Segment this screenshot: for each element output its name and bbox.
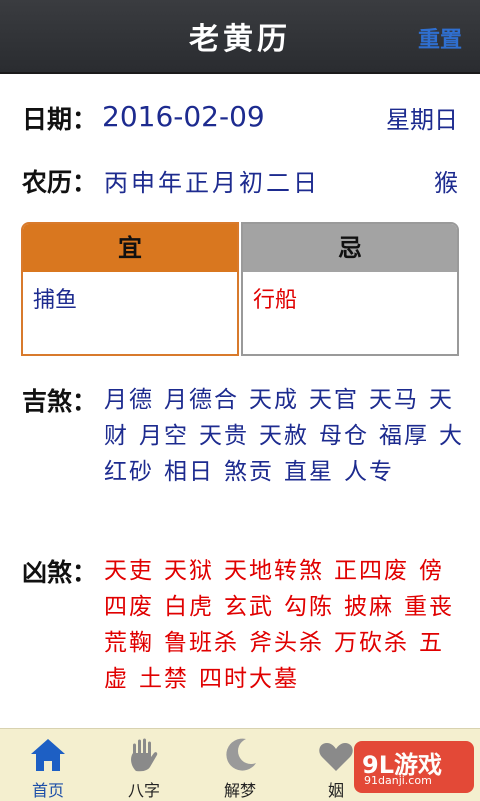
god-item: 月德合	[164, 387, 239, 413]
god-item: 天地转煞	[224, 558, 324, 584]
hand-icon	[131, 738, 158, 772]
home-icon	[31, 739, 65, 771]
god-item: 母仓	[319, 423, 369, 449]
god-item: 土禁	[139, 666, 189, 692]
ji-items: 行船	[253, 288, 298, 313]
reset-button[interactable]: 重置	[418, 22, 462, 54]
god-item: 正四废	[334, 558, 409, 584]
god-item: 天马	[369, 387, 419, 413]
god-item: 月空	[139, 423, 189, 449]
god-item: 人专	[344, 459, 394, 485]
zodiac-animal: 猴	[434, 169, 458, 197]
god-item: 荒鞠	[104, 630, 154, 656]
ji-panel: 忌 行船	[241, 222, 459, 356]
god-item: 福厚	[379, 423, 429, 449]
tab-home-label: 首页	[31, 781, 64, 800]
moon-icon	[226, 738, 256, 771]
god-item: 披麻	[344, 594, 394, 620]
god-item: 相日	[164, 459, 214, 485]
god-item: 天官	[309, 387, 359, 413]
yi-panel: 宜 捕鱼	[21, 222, 239, 356]
god-item: 白虎	[164, 594, 214, 620]
god-item: 斧头杀	[249, 630, 324, 656]
date-label: 日期：	[22, 105, 98, 134]
god-item: 天吏	[104, 558, 154, 584]
tab-dream[interactable]: 解梦	[192, 729, 288, 801]
yi-header: 宜	[23, 224, 237, 272]
site-watermark: 9L游戏 91danji.com	[354, 741, 474, 793]
god-item: 天赦	[259, 423, 309, 449]
god-item: 天狱	[164, 558, 214, 584]
ji-header: 忌	[243, 224, 457, 272]
lunar-label: 农历：	[22, 168, 98, 197]
watermark-url: 91danji.com	[364, 774, 432, 787]
god-item: 勾陈	[284, 594, 334, 620]
date-value[interactable]: 2016-02-09	[102, 100, 265, 133]
god-item: 玄武	[224, 594, 274, 620]
bad-gods-list: 天吏 天狱 天地转煞 正四废 傍四废 白虎 玄武 勾陈 披麻 重丧荒鞠 鲁班杀 斧头杀 万砍杀 五虚 土禁四…	[104, 553, 464, 697]
god-item: 重丧	[404, 594, 454, 620]
app-title: 老黄历	[189, 22, 291, 57]
god-item: 四时大墓	[199, 666, 299, 692]
god-item: 天贵	[199, 423, 249, 449]
heart-icon	[319, 743, 353, 771]
god-item: 鲁班杀	[164, 630, 239, 656]
lunar-date: 丙申年正月初二日	[104, 169, 320, 197]
tab-dream-label: 解梦	[223, 781, 256, 800]
god-item: 万砍杀	[334, 630, 409, 656]
god-item: 天成	[249, 387, 299, 413]
god-item: 直星	[284, 459, 334, 485]
bad-gods-label: 凶煞：	[22, 558, 98, 587]
good-gods-list: 月德 月德合 天成 天官 天马 天财 月空 天贵 天赦 母仓 福厚 大红砂 相日 煞贡 直星 人专	[104, 382, 464, 490]
god-item: 月德	[104, 387, 154, 413]
weekday: 星期日	[386, 106, 458, 134]
yi-items: 捕鱼	[33, 288, 78, 313]
tab-bazi-label: 八字	[127, 781, 160, 800]
god-item: 煞贡	[224, 459, 274, 485]
tab-bazi[interactable]: 八字	[96, 729, 192, 801]
good-gods-label: 吉煞：	[22, 387, 98, 416]
title-bar: 老黄历 重置	[0, 0, 480, 74]
tab-home[interactable]: 首页	[0, 729, 96, 801]
